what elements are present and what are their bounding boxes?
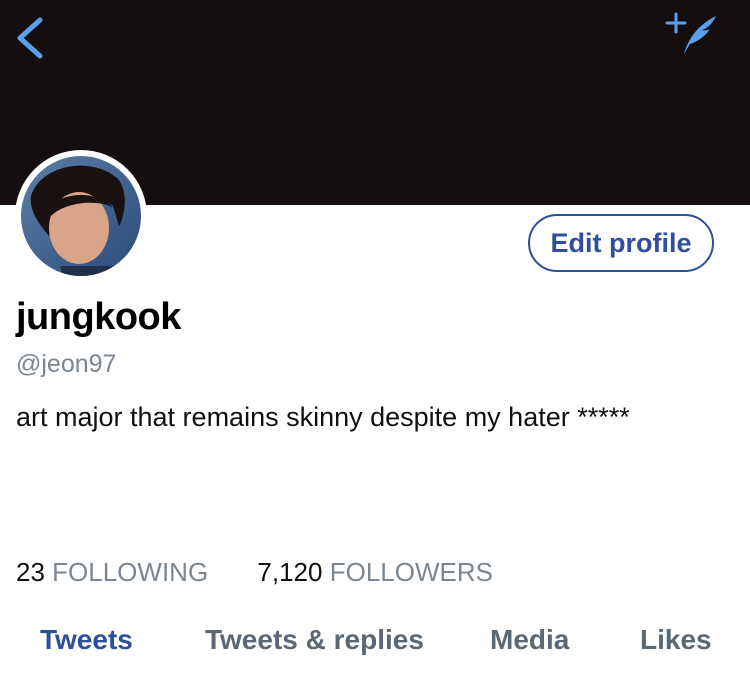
followers-label: FOLLOWERS (329, 557, 493, 587)
tab-tweets-replies[interactable]: Tweets & replies (205, 624, 424, 656)
followers-count: 7,120 (257, 557, 323, 587)
user-handle: @jeon97 (16, 350, 117, 378)
avatar-frame (15, 150, 147, 282)
back-button[interactable] (10, 14, 54, 62)
display-name: jungkook (16, 296, 181, 338)
compose-tweet-button[interactable] (664, 10, 724, 58)
profile-bio: art major that remains skinny despite my… (16, 402, 630, 432)
tab-tweets[interactable]: Tweets (40, 624, 133, 656)
following-count: 23 (16, 557, 45, 587)
tab-media[interactable]: Media (490, 624, 569, 656)
avatar[interactable] (21, 156, 141, 276)
profile-stats: 23 FOLLOWING 7,120 FOLLOWERS (16, 557, 493, 588)
profile-tabs: Tweets Tweets & replies Media Likes (0, 624, 750, 670)
chevron-left-icon (17, 17, 43, 59)
tab-likes[interactable]: Likes (640, 624, 712, 656)
following-label: FOLLOWING (52, 557, 209, 587)
followers-stat[interactable]: 7,120 FOLLOWERS (257, 557, 493, 588)
compose-tweet-icon (665, 12, 716, 54)
following-stat[interactable]: 23 FOLLOWING (16, 557, 208, 588)
edit-profile-button[interactable]: Edit profile (528, 214, 714, 272)
